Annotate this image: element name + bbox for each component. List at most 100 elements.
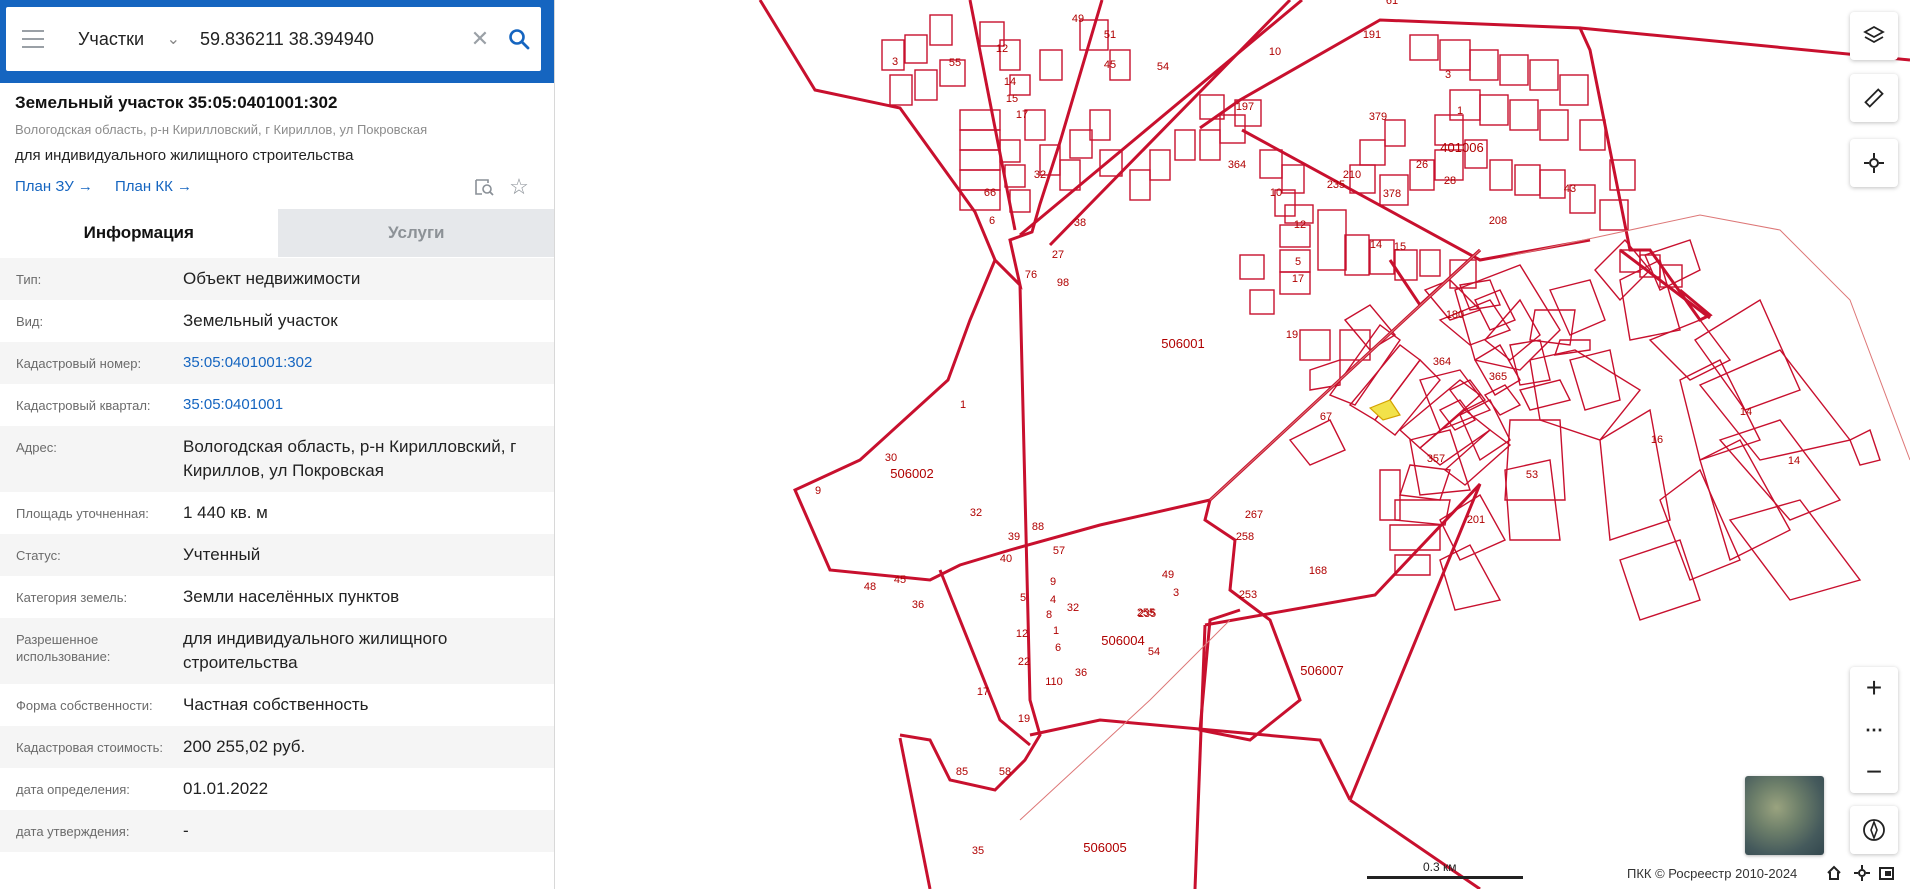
more-button[interactable]: ⋯ xyxy=(1850,709,1898,751)
quarter-label: 506002 xyxy=(890,466,933,481)
attr-value: Земли населённых пунктов xyxy=(183,587,400,606)
search-button[interactable] xyxy=(497,7,541,71)
parcel-number: 38 xyxy=(1074,217,1086,229)
attr-label: Вид: xyxy=(16,314,44,329)
quarter-label: 506007 xyxy=(1300,663,1343,678)
locate-button[interactable] xyxy=(1850,139,1898,187)
parcel-number: 66 xyxy=(984,187,996,199)
attr-row: Тип: Объект недвижимости xyxy=(0,258,554,300)
search-bar: Участки ⌄ ✕ ‹ xyxy=(0,0,554,83)
parcel-number: 49 xyxy=(1162,569,1174,581)
object-type-label: Участки xyxy=(78,28,144,49)
parcel-number: 5 xyxy=(1295,256,1301,268)
parcel-number: 61 xyxy=(1386,0,1398,7)
attr-row: дата определения: 01.01.2022 xyxy=(0,768,554,810)
parcel-number: 3 xyxy=(892,56,898,68)
parcel-number: 22 xyxy=(1018,656,1030,668)
parcel-number: 19 xyxy=(1286,329,1298,341)
external-window-icon[interactable] xyxy=(1878,864,1896,882)
search-icon xyxy=(509,29,530,50)
parcel-number: 357 xyxy=(1427,453,1445,465)
parcel-number: 45 xyxy=(894,574,906,586)
parcel-number: 85 xyxy=(956,766,968,778)
parcel-number: 54 xyxy=(1148,646,1160,658)
parcel-number: 6 xyxy=(989,215,995,227)
parcel-number: 19 xyxy=(1018,713,1030,725)
parcel-number: 255 xyxy=(1137,607,1155,619)
attr-row: Категория земель: Земли населённых пункто… xyxy=(0,576,554,618)
clear-icon[interactable]: ✕ xyxy=(463,7,497,71)
menu-button[interactable] xyxy=(6,7,60,71)
plus-icon: + xyxy=(1865,672,1883,703)
parcel-number: 208 xyxy=(1489,215,1507,227)
parcel-number: 12 xyxy=(1294,219,1306,231)
plan-kk-link[interactable]: План КК → xyxy=(115,178,192,195)
ruler-icon xyxy=(1864,88,1884,108)
compass-button[interactable] xyxy=(1850,806,1898,854)
quarter-label: 506001 xyxy=(1161,336,1204,351)
parcel-number: 88 xyxy=(1032,521,1044,533)
cadastral-number-link[interactable]: 35:05:0401001:302 xyxy=(183,351,554,375)
attribute-list: Тип: Объект недвижимости Вид: Земельный уч… xyxy=(0,258,554,852)
layers-button[interactable] xyxy=(1850,12,1898,60)
favorite-button[interactable]: ☆ xyxy=(506,174,532,200)
attr-row: Форма собственности: Частная собственност… xyxy=(0,684,554,726)
attr-label: Статус: xyxy=(16,548,61,563)
plan-zu-link[interactable]: План ЗУ → xyxy=(15,178,93,195)
tab-services[interactable]: Услуги xyxy=(277,209,554,257)
parcel-number: 53 xyxy=(1526,469,1538,481)
parcel-number: 14 xyxy=(1788,455,1800,467)
scale-label: 0.3 км xyxy=(1423,860,1457,874)
zoom-out-button[interactable]: − xyxy=(1850,751,1898,793)
parcel-number: 54 xyxy=(1157,61,1169,73)
measure-button[interactable] xyxy=(1850,74,1898,122)
zoom-controls: + ⋯ − xyxy=(1850,667,1898,793)
zoom-to-object-icon xyxy=(475,179,494,196)
plan-zu-label: План ЗУ xyxy=(15,178,74,195)
parcel-number: 258 xyxy=(1236,531,1254,543)
parcel-number: 36 xyxy=(1075,667,1087,679)
home-icon[interactable] xyxy=(1825,864,1843,882)
parcel-number: 16 xyxy=(1651,434,1663,446)
parcel-number: 58 xyxy=(999,766,1011,778)
attr-label: Категория земель: xyxy=(16,590,128,605)
quarter-label: 401006 xyxy=(1440,140,1483,155)
parcel-number: 32 xyxy=(1067,602,1079,614)
target-icon[interactable] xyxy=(1853,864,1871,882)
cadastral-quarter-link[interactable]: 35:05:0401001 xyxy=(183,393,554,417)
search-input[interactable] xyxy=(190,27,463,51)
parcel-number: 1 xyxy=(960,399,966,411)
parcel-number: 378 xyxy=(1383,188,1401,200)
parcel-number: 32 xyxy=(1034,169,1046,181)
parcel-number: 76 xyxy=(1025,269,1037,281)
attr-value: Вологодская область, р-н Кирилловский, г… xyxy=(183,437,517,480)
arrow-right-icon: → xyxy=(176,178,192,195)
attr-value: Земельный участок xyxy=(183,311,338,330)
parcel-number: 67 xyxy=(1320,411,1332,423)
basemap-switcher[interactable] xyxy=(1745,776,1824,855)
parcel-number: 17 xyxy=(1292,273,1304,285)
parcel-number: 3 xyxy=(1173,587,1179,599)
parcel-number: 14 xyxy=(1004,76,1016,88)
attr-label: Тип: xyxy=(16,272,42,287)
quarter-label: 506004 xyxy=(1101,633,1144,648)
parcel-number: 10 xyxy=(1269,46,1281,58)
parcel-number: 12 xyxy=(996,43,1008,55)
show-on-map-button[interactable] xyxy=(471,174,497,200)
selected-parcel[interactable] xyxy=(1368,399,1401,421)
tab-info[interactable]: Информация xyxy=(0,209,278,257)
parcel-number: 8 xyxy=(1046,609,1052,621)
collapse-panel-button[interactable]: ‹ xyxy=(548,0,554,83)
compass-icon xyxy=(1863,819,1885,841)
attr-label: Площадь уточненная: xyxy=(16,506,149,521)
parcel-number: 210 xyxy=(1343,169,1361,181)
parcel-number: 201 xyxy=(1467,514,1485,526)
parcel-number: 1 xyxy=(1053,625,1059,637)
parcel-number: 48 xyxy=(864,581,876,593)
more-dots-icon: ⋯ xyxy=(1865,719,1883,740)
object-type-select[interactable]: Участки ⌄ xyxy=(60,7,190,71)
star-icon: ☆ xyxy=(509,174,529,199)
zoom-in-button[interactable]: + xyxy=(1850,667,1898,709)
scale-line xyxy=(1367,876,1523,879)
parcel-number: 168 xyxy=(1309,565,1327,577)
